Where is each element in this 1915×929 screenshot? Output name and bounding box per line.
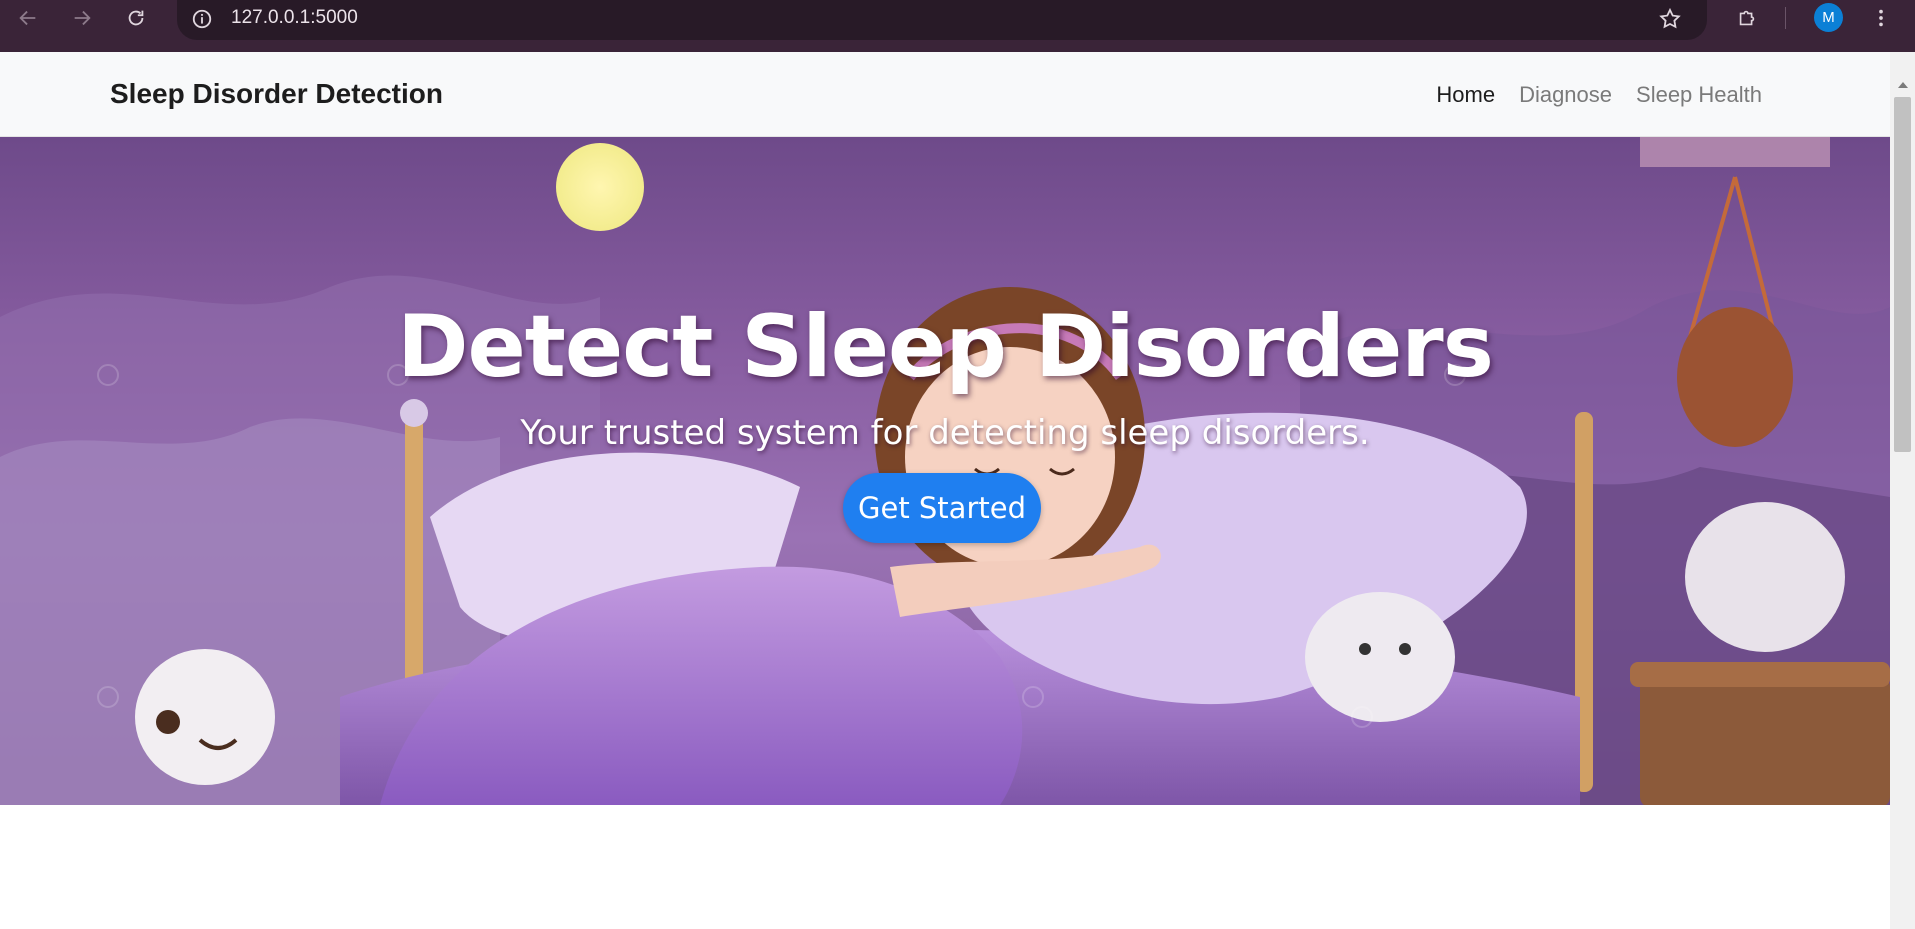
- hero-background-illustration: [0, 137, 1890, 805]
- site-info-icon[interactable]: [189, 6, 215, 32]
- forward-icon[interactable]: [68, 4, 96, 32]
- nav-link-sleep-health[interactable]: Sleep Health: [1636, 82, 1762, 108]
- page-scrollbar[interactable]: [1890, 52, 1915, 929]
- hero-title: Detect Sleep Disorders: [397, 297, 1494, 397]
- moon-illustration: [556, 143, 644, 231]
- reload-icon[interactable]: [122, 4, 150, 32]
- more-menu-icon[interactable]: [1867, 4, 1895, 32]
- url-text: 127.0.0.1:5000: [231, 7, 358, 28]
- address-bar[interactable]: 127.0.0.1:5000: [177, 0, 1707, 40]
- hero-subtitle: Your trusted system for detecting sleep …: [520, 413, 1370, 453]
- site-navbar: Sleep Disorder Detection Home Diagnose S…: [0, 52, 1890, 137]
- nav-link-home[interactable]: Home: [1436, 82, 1495, 108]
- extensions-puzzle-icon[interactable]: [1733, 4, 1761, 32]
- get-started-button[interactable]: Get Started: [843, 473, 1041, 543]
- back-icon[interactable]: [14, 4, 42, 32]
- profile-avatar[interactable]: M: [1814, 3, 1843, 32]
- toolbar-divider: [1785, 7, 1786, 29]
- navbar-brand[interactable]: Sleep Disorder Detection: [110, 78, 443, 110]
- nav-links: Home Diagnose Sleep Health: [1436, 82, 1762, 108]
- scroll-up-arrow-icon[interactable]: [1898, 82, 1908, 88]
- page-viewport: Sleep Disorder Detection Home Diagnose S…: [0, 52, 1890, 929]
- nav-link-diagnose[interactable]: Diagnose: [1519, 82, 1612, 108]
- browser-toolbar: 127.0.0.1:5000 M: [0, 0, 1915, 52]
- bookmark-star-icon[interactable]: [1655, 4, 1685, 34]
- scrollbar-thumb[interactable]: [1894, 97, 1911, 452]
- hero-section: Detect Sleep Disorders Your trusted syst…: [0, 137, 1890, 805]
